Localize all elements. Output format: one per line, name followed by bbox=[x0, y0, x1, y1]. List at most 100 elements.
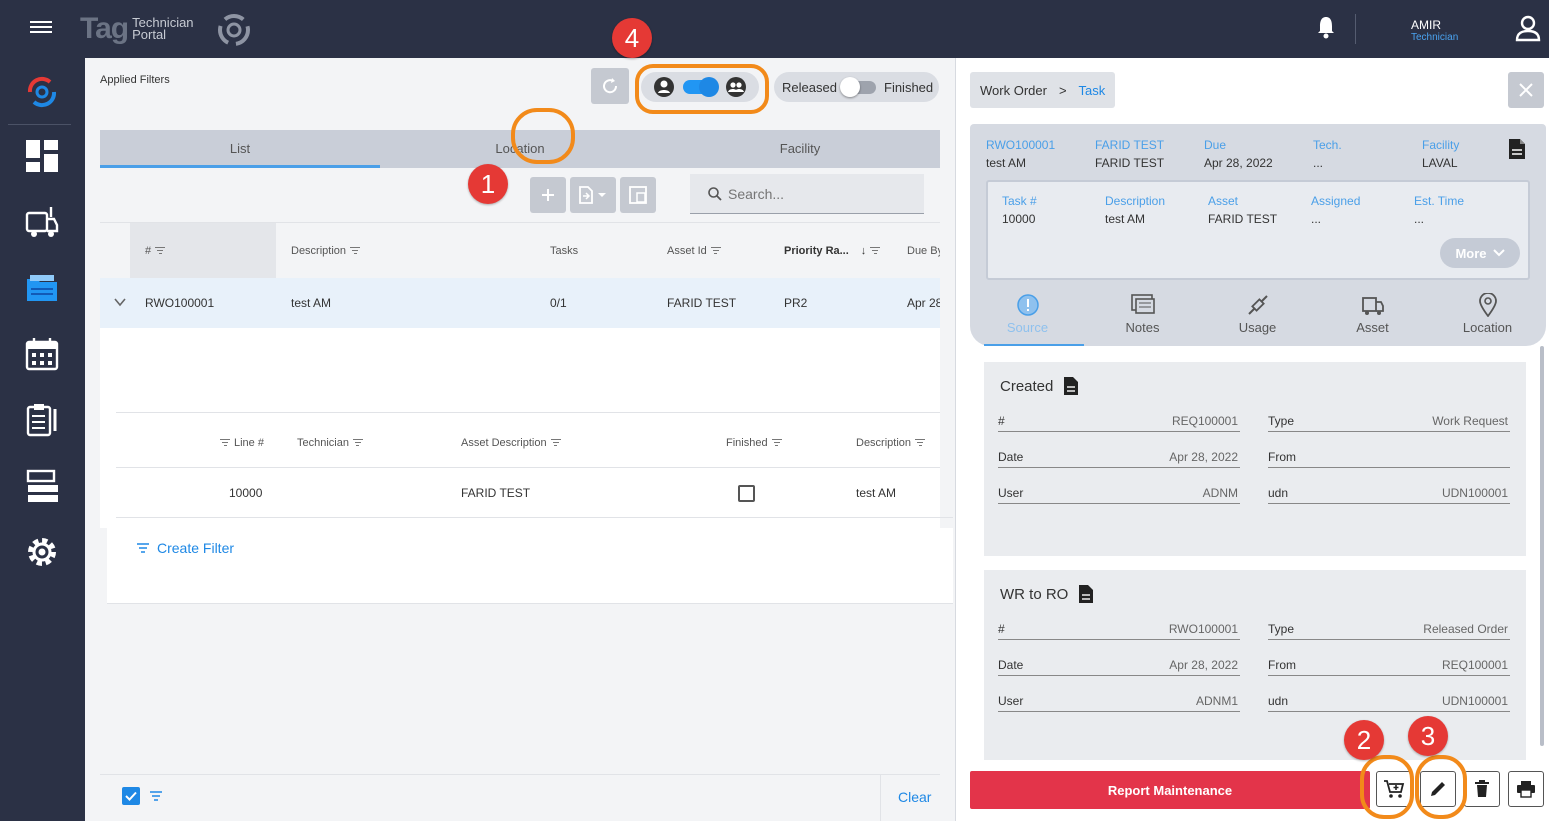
sub-col-asset-description[interactable]: Asset Description bbox=[461, 437, 561, 449]
more-button[interactable]: More bbox=[1440, 238, 1520, 268]
layout-button[interactable] bbox=[620, 177, 656, 213]
summary-due: Due Apr 28, 2022 bbox=[1204, 138, 1273, 170]
user-name: AMIR bbox=[1411, 18, 1441, 32]
filter-icon[interactable] bbox=[350, 247, 361, 255]
task-asset: Asset FARID TEST bbox=[1208, 194, 1278, 226]
add-button[interactable] bbox=[530, 177, 566, 213]
search-box[interactable] bbox=[690, 174, 924, 214]
callout-badge-1: 1 bbox=[468, 164, 508, 204]
list-footer: Clear bbox=[100, 774, 940, 821]
released-label: Released bbox=[782, 80, 837, 95]
subtab-location[interactable]: Location bbox=[1430, 284, 1545, 344]
field-date: Date Apr 28, 2022 bbox=[998, 652, 1240, 676]
col-asset-id[interactable]: Asset Id bbox=[667, 245, 721, 257]
sidebar bbox=[0, 58, 85, 821]
highlight-ring-2 bbox=[1360, 755, 1414, 819]
row-description: test AM bbox=[291, 296, 332, 310]
sub-row-line: 10000 bbox=[229, 486, 263, 500]
select-checkbox[interactable] bbox=[122, 787, 140, 805]
close-panel-button[interactable] bbox=[1508, 72, 1544, 108]
notes-icon bbox=[1130, 294, 1155, 314]
logo-text: Technician Portal bbox=[132, 15, 194, 42]
filter-icon[interactable] bbox=[550, 439, 561, 447]
filter-icon[interactable] bbox=[915, 439, 926, 447]
panel-scrollbar[interactable] bbox=[1540, 346, 1544, 746]
refresh-button[interactable] bbox=[591, 68, 629, 104]
row-detail: Line # Technician Asset Description Fini… bbox=[100, 328, 953, 528]
create-filter-area: Create Filter bbox=[107, 528, 953, 604]
filter-icon[interactable] bbox=[150, 791, 162, 801]
row-due-by: Apr 28 bbox=[907, 296, 940, 310]
gear-icon bbox=[28, 538, 56, 566]
subtab-source[interactable]: Source bbox=[970, 284, 1085, 346]
sidebar-item-settings[interactable] bbox=[22, 532, 62, 572]
sidebar-item-checklist[interactable] bbox=[22, 400, 62, 440]
col-due-by[interactable]: Due By bbox=[907, 245, 940, 257]
clear-button[interactable]: Clear bbox=[898, 789, 931, 805]
work-order-summary: RWO100001 test AM FARID TEST FARID TEST Du… bbox=[970, 124, 1546, 346]
tab-facility[interactable]: Facility bbox=[660, 130, 940, 168]
sidebar-item-reports[interactable] bbox=[22, 466, 62, 506]
row-asset-id: FARID TEST bbox=[667, 296, 737, 310]
sub-col-line[interactable]: Line # bbox=[220, 437, 264, 449]
subtab-notes[interactable]: Notes bbox=[1085, 284, 1200, 344]
breadcrumb-work-order[interactable]: Work Order bbox=[980, 83, 1047, 98]
chevron-down-icon[interactable] bbox=[114, 296, 126, 308]
subtab-asset[interactable]: Asset bbox=[1315, 284, 1430, 344]
sub-col-description[interactable]: Description bbox=[856, 437, 926, 449]
sidebar-item-work-orders[interactable] bbox=[22, 268, 62, 308]
sub-col-finished[interactable]: Finished bbox=[726, 437, 782, 449]
row-priority: PR2 bbox=[784, 296, 808, 310]
sidebar-item-dashboard[interactable] bbox=[22, 136, 62, 176]
breadcrumb: Work Order > Task bbox=[970, 72, 1116, 108]
export-button[interactable] bbox=[570, 177, 616, 213]
document-icon[interactable] bbox=[1078, 584, 1094, 604]
list-toolbar bbox=[100, 168, 940, 222]
released-finished-toggle[interactable]: Released Finished bbox=[774, 72, 939, 102]
menu-icon[interactable] bbox=[30, 18, 52, 38]
brand-logo-icon[interactable] bbox=[22, 72, 62, 112]
highlight-ring-4 bbox=[635, 64, 769, 114]
field-from: From REQ100001 bbox=[1268, 652, 1510, 676]
sub-grid-header: Line # Technician Asset Description Fini… bbox=[116, 412, 940, 468]
create-filter-button[interactable]: Create Filter bbox=[137, 540, 234, 556]
finished-checkbox[interactable] bbox=[738, 485, 755, 502]
tab-list[interactable]: List bbox=[100, 130, 380, 168]
report-maintenance-button[interactable]: Report Maintenance bbox=[970, 771, 1370, 809]
dashboard-icon bbox=[26, 140, 58, 172]
sub-table-row[interactable]: 10000 FARID TEST test AM bbox=[116, 468, 953, 518]
add-icon bbox=[542, 189, 554, 201]
location-pin-icon bbox=[1478, 293, 1497, 317]
filter-icon[interactable] bbox=[352, 439, 363, 447]
delete-button[interactable] bbox=[1464, 771, 1500, 807]
table-row[interactable]: RWO100001 test AM 0/1 FARID TEST PR2 Apr… bbox=[100, 278, 940, 328]
filter-icon[interactable] bbox=[771, 439, 782, 447]
col-tasks[interactable]: Tasks bbox=[550, 245, 578, 257]
bell-icon[interactable] bbox=[1316, 15, 1336, 39]
document-icon[interactable] bbox=[1063, 376, 1079, 396]
released-finished-switch[interactable] bbox=[840, 77, 876, 97]
sub-row-asset-description: FARID TEST bbox=[461, 486, 531, 500]
breadcrumb-task[interactable]: Task bbox=[1079, 83, 1106, 98]
sub-col-technician[interactable]: Technician bbox=[297, 437, 363, 449]
applied-filters-label: Applied Filters bbox=[100, 74, 170, 86]
user-role: Technician bbox=[1411, 32, 1459, 43]
col-description[interactable]: Description bbox=[291, 245, 361, 257]
user-icon[interactable] bbox=[1514, 14, 1542, 42]
filter-icon[interactable] bbox=[870, 247, 881, 255]
top-separator bbox=[1355, 14, 1356, 44]
sidebar-item-assets[interactable] bbox=[22, 202, 62, 242]
sidebar-separator bbox=[8, 124, 71, 125]
col-priority[interactable]: Priority Ra... ↓ bbox=[784, 245, 881, 257]
card-title: WR to RO bbox=[1000, 584, 1094, 604]
search-input[interactable] bbox=[728, 185, 908, 202]
filter-icon[interactable] bbox=[155, 247, 166, 255]
field-user: User ADNM bbox=[998, 480, 1240, 504]
sidebar-item-calendar[interactable] bbox=[22, 334, 62, 374]
document-icon[interactable] bbox=[1508, 138, 1526, 160]
col-hash[interactable]: # bbox=[145, 245, 166, 257]
print-button[interactable] bbox=[1508, 771, 1544, 807]
subtab-usage[interactable]: Usage bbox=[1200, 284, 1315, 344]
filter-icon[interactable] bbox=[710, 247, 721, 255]
filter-icon[interactable] bbox=[220, 439, 230, 447]
